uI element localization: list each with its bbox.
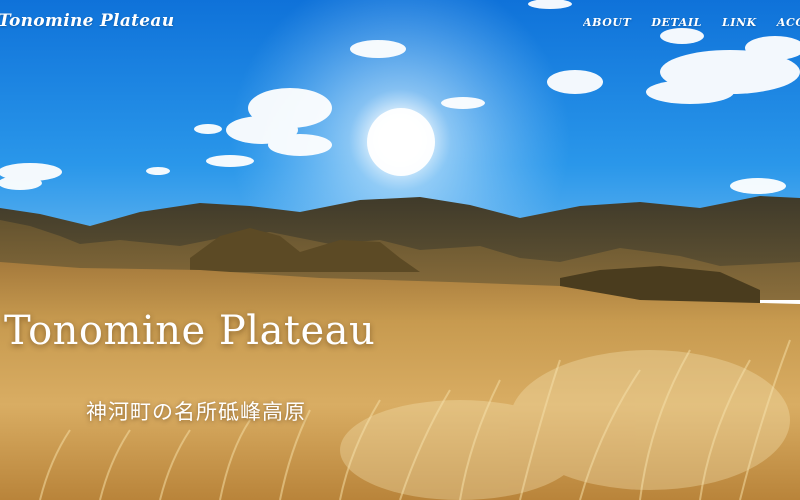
nav-link-link[interactable]: LINK	[722, 16, 757, 29]
main-nav: ABOUT DETAIL LINK ACCESS	[583, 16, 800, 29]
hero-subtitle: 神河町の名所砥峰高原	[86, 400, 306, 424]
nav-access-link[interactable]: ACCESS	[777, 16, 800, 29]
nav-detail-link[interactable]: DETAIL	[651, 16, 702, 29]
site-logo[interactable]: Tonomine Plateau	[0, 11, 174, 31]
nav-about-link[interactable]: ABOUT	[583, 16, 631, 29]
hero-title: Tonomine Plateau	[4, 308, 376, 354]
site-header: Tonomine Plateau ABOUT DETAIL LINK ACCES…	[0, 0, 800, 46]
